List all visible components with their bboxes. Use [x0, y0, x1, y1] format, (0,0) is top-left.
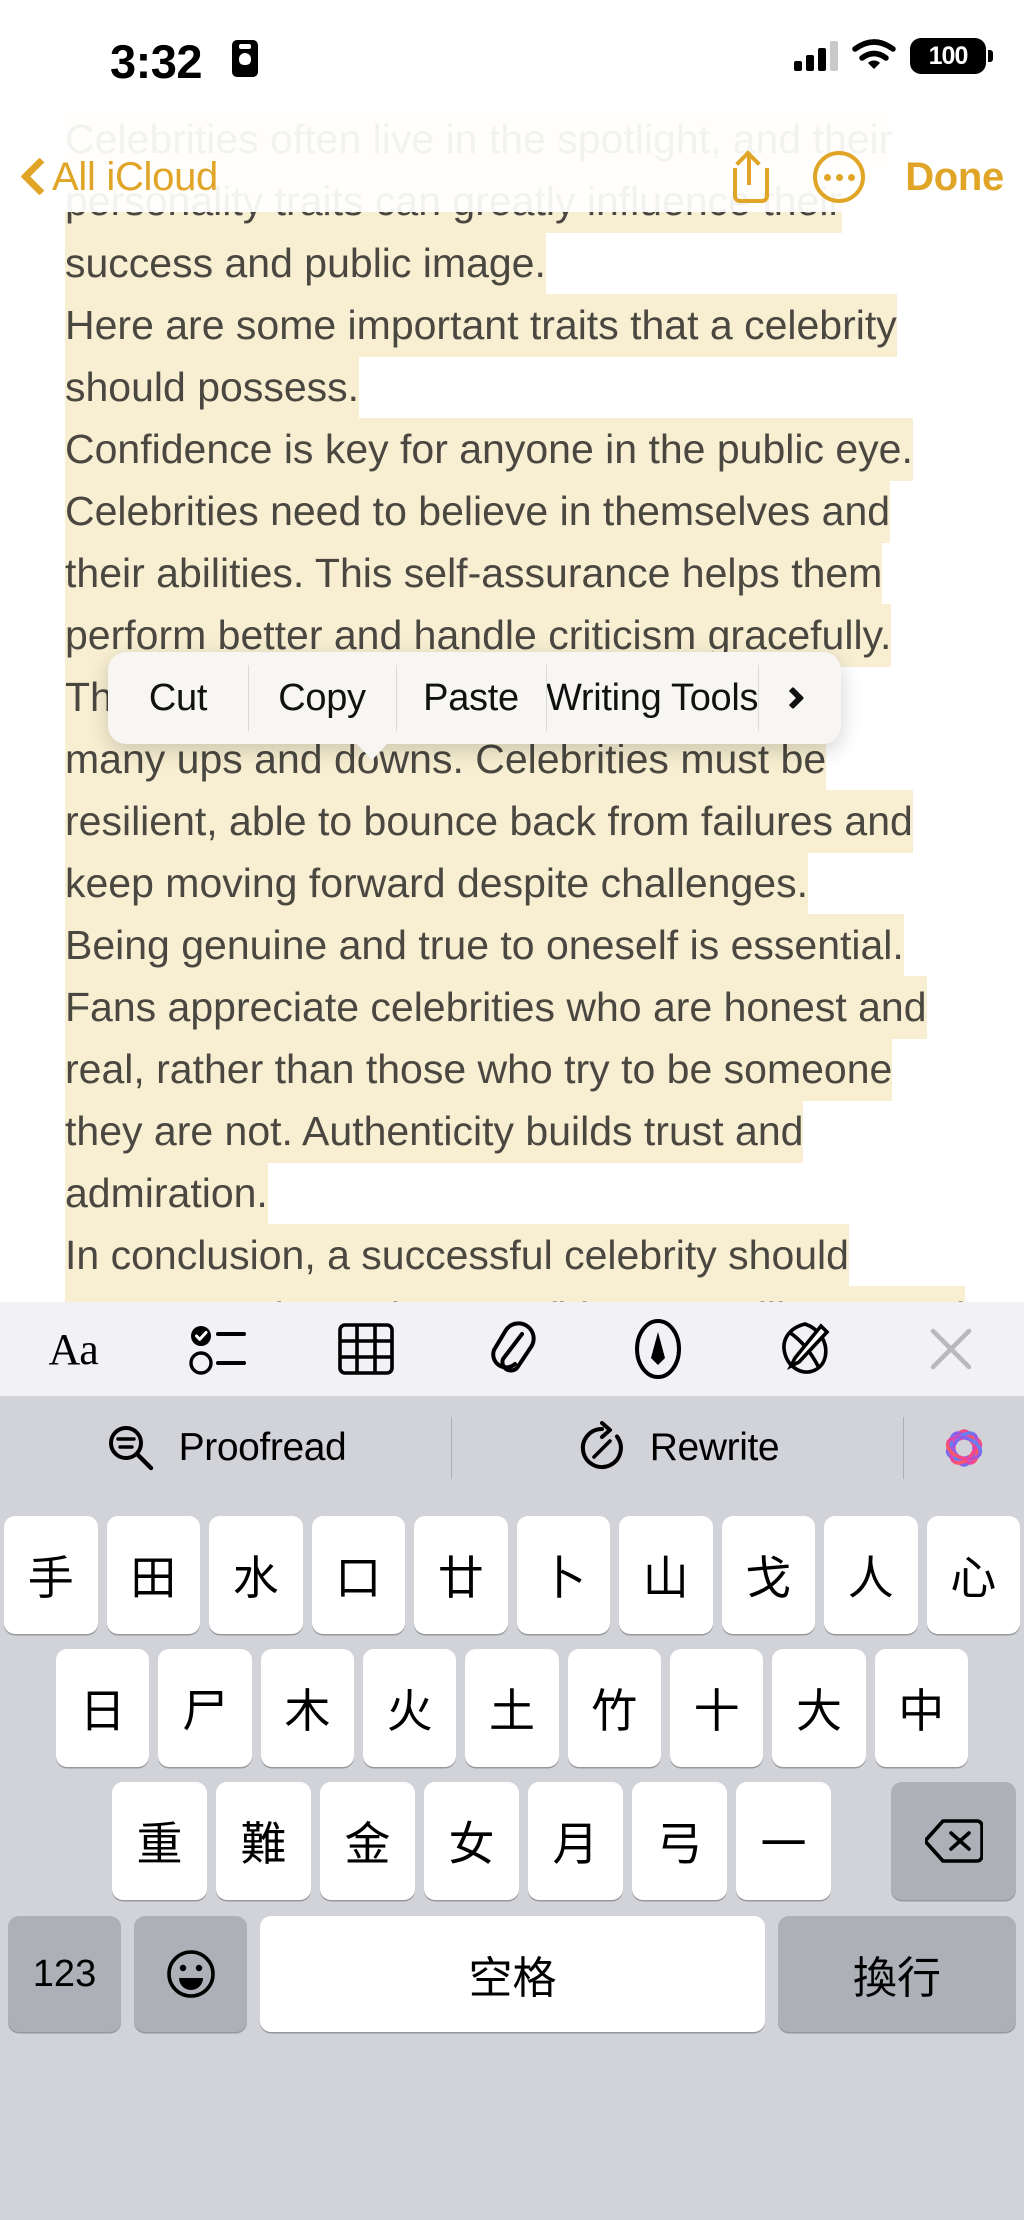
- note-text-line[interactable]: real, rather than those who try to be so…: [0, 1038, 1024, 1101]
- keyboard-row-3: 重難金女月弓一: [0, 1782, 1024, 1900]
- context-menu-pointer: [355, 742, 389, 760]
- keyboard-key[interactable]: 竹: [567, 1649, 661, 1767]
- keyboard-key[interactable]: 田: [106, 1516, 200, 1634]
- note-text-line[interactable]: Here are some important traits that a ce…: [0, 294, 1024, 357]
- note-text-line[interactable]: keep moving forward despite challenges.: [0, 852, 1024, 915]
- keyboard-key[interactable]: 重: [112, 1782, 207, 1900]
- text-context-menu: Cut Copy Paste Writing Tools: [108, 652, 841, 744]
- emoji-smiley-icon: [164, 1947, 218, 2001]
- apple-intelligence-sparkle-button[interactable]: [904, 1419, 1024, 1477]
- text-format-icon: Aa: [48, 1324, 98, 1374]
- backspace-key[interactable]: [891, 1782, 1016, 1900]
- keyboard-key[interactable]: 中: [874, 1649, 968, 1767]
- keyboard-key[interactable]: 尸: [158, 1649, 252, 1767]
- note-text-line[interactable]: admiration.: [0, 1162, 1024, 1225]
- context-menu-writing-tools[interactable]: Writing Tools: [546, 652, 759, 744]
- keyboard-key[interactable]: 心: [926, 1516, 1020, 1634]
- context-menu-paste[interactable]: Paste: [396, 652, 546, 744]
- proofread-button[interactable]: Proofread: [0, 1396, 451, 1500]
- note-text-line[interactable]: In conclusion, a successful celebrity sh…: [0, 1224, 1024, 1287]
- context-menu-copy[interactable]: Copy: [248, 652, 396, 744]
- note-text-line[interactable]: possess traits such as confidence, resil…: [0, 1286, 1024, 1302]
- space-key[interactable]: 空格: [260, 1916, 765, 2032]
- keyboard-key[interactable]: 大: [772, 1649, 866, 1767]
- keyboard-key[interactable]: 日: [56, 1649, 150, 1767]
- context-menu-cut[interactable]: Cut: [108, 652, 248, 744]
- chevron-right-icon: [781, 686, 805, 710]
- keyboard-key[interactable]: 月: [528, 1782, 623, 1900]
- checklist-button[interactable]: [146, 1302, 292, 1396]
- attach-file-button[interactable]: [439, 1302, 585, 1396]
- rewrite-button[interactable]: Rewrite: [452, 1396, 903, 1500]
- rewrite-label: Rewrite: [649, 1426, 780, 1469]
- context-menu-next-page-button[interactable]: [758, 652, 828, 744]
- note-text-line[interactable]: should possess.: [0, 356, 1024, 419]
- apple-intelligence-button[interactable]: [731, 1302, 877, 1396]
- keyboard-row-2: 日尸木火土竹十大中: [0, 1649, 1024, 1767]
- keyboard-row-1: 手田水口廿卜山戈人心: [0, 1516, 1024, 1634]
- chevron-left-icon: [22, 159, 42, 195]
- keyboard-key[interactable]: 一: [736, 1782, 831, 1900]
- keyboard-key[interactable]: 土: [465, 1649, 559, 1767]
- insert-table-button[interactable]: [293, 1302, 439, 1396]
- markup-button[interactable]: [585, 1302, 731, 1396]
- markup-pen-icon: [632, 1318, 684, 1380]
- back-button-label: All iCloud: [52, 154, 218, 199]
- iphone-screen: Celebrities often live in the spotlight,…: [0, 0, 1024, 2220]
- more-ellipsis-icon[interactable]: [813, 151, 866, 203]
- keyboard-key[interactable]: 木: [260, 1649, 354, 1767]
- apple-intelligence-icon: [775, 1318, 835, 1380]
- note-text-line[interactable]: success and public image.: [0, 232, 1024, 295]
- text-format-button[interactable]: Aa: [0, 1302, 146, 1396]
- note-text-line[interactable]: Being genuine and true to oneself is ess…: [0, 914, 1024, 977]
- proofread-magnifier-icon: [105, 1422, 157, 1474]
- keyboard-key[interactable]: 金: [320, 1782, 415, 1900]
- done-button[interactable]: Done: [905, 155, 1004, 200]
- note-text-line[interactable]: Celebrities need to believe in themselve…: [0, 480, 1024, 543]
- note-format-toolbar: Aa: [0, 1302, 1024, 1396]
- navigation-bar: All iCloud Done: [0, 138, 1024, 216]
- keyboard-key[interactable]: 難: [216, 1782, 311, 1900]
- keyboard-key[interactable]: 十: [669, 1649, 764, 1767]
- checklist-icon: [188, 1321, 250, 1377]
- numeric-keyboard-key[interactable]: 123: [8, 1916, 121, 2032]
- note-text-line[interactable]: they are not. Authenticity builds trust …: [0, 1100, 1024, 1163]
- keyboard-key[interactable]: 廿: [414, 1516, 508, 1634]
- keyboard-key[interactable]: 人: [824, 1516, 918, 1634]
- keyboard-key[interactable]: 卜: [516, 1516, 610, 1634]
- note-text-line[interactable]: Fans appreciate celebrities who are hone…: [0, 976, 1024, 1039]
- rewrite-circle-icon: [576, 1421, 628, 1475]
- close-keyboard-button[interactable]: [878, 1302, 1024, 1396]
- keyboard-key[interactable]: 口: [311, 1516, 405, 1634]
- note-text-line[interactable]: Confidence is key for anyone in the publ…: [0, 418, 1024, 481]
- apple-intelligence-sparkle-icon: [935, 1419, 993, 1477]
- keyboard-key[interactable]: 水: [209, 1516, 303, 1634]
- share-icon[interactable]: [729, 151, 773, 203]
- keyboard-key[interactable]: 火: [362, 1649, 457, 1767]
- keyboard-key[interactable]: 手: [4, 1516, 98, 1634]
- table-icon: [337, 1321, 395, 1377]
- chinese-cangjie-keyboard: 手田水口廿卜山戈人心 日尸木火土竹十大中 重難金女月弓一 123 空格 換行: [0, 1500, 1024, 2220]
- nav-bar-actions: Done: [729, 138, 1004, 216]
- keyboard-key[interactable]: 女: [424, 1782, 519, 1900]
- close-icon: [925, 1323, 977, 1375]
- back-to-all-icloud-button[interactable]: All iCloud: [22, 138, 218, 216]
- note-text-line[interactable]: resilient, able to bounce back from fail…: [0, 790, 1024, 853]
- return-key[interactable]: 換行: [778, 1916, 1016, 2032]
- emoji-keyboard-key[interactable]: [134, 1916, 247, 2032]
- keyboard-key[interactable]: 弓: [632, 1782, 727, 1900]
- keyboard-key[interactable]: 山: [619, 1516, 713, 1634]
- proofread-label: Proofread: [178, 1426, 347, 1469]
- writing-tools-suggestion-bar: Proofread Rewrite: [0, 1396, 1024, 1500]
- keyboard-key[interactable]: 戈: [721, 1516, 815, 1634]
- attachment-paperclip-icon: [487, 1319, 537, 1379]
- keyboard-row-4: 123 空格 換行: [0, 1916, 1024, 2032]
- backspace-delete-icon: [924, 1818, 983, 1864]
- note-text-line[interactable]: their abilities. This self-assurance hel…: [0, 542, 1024, 605]
